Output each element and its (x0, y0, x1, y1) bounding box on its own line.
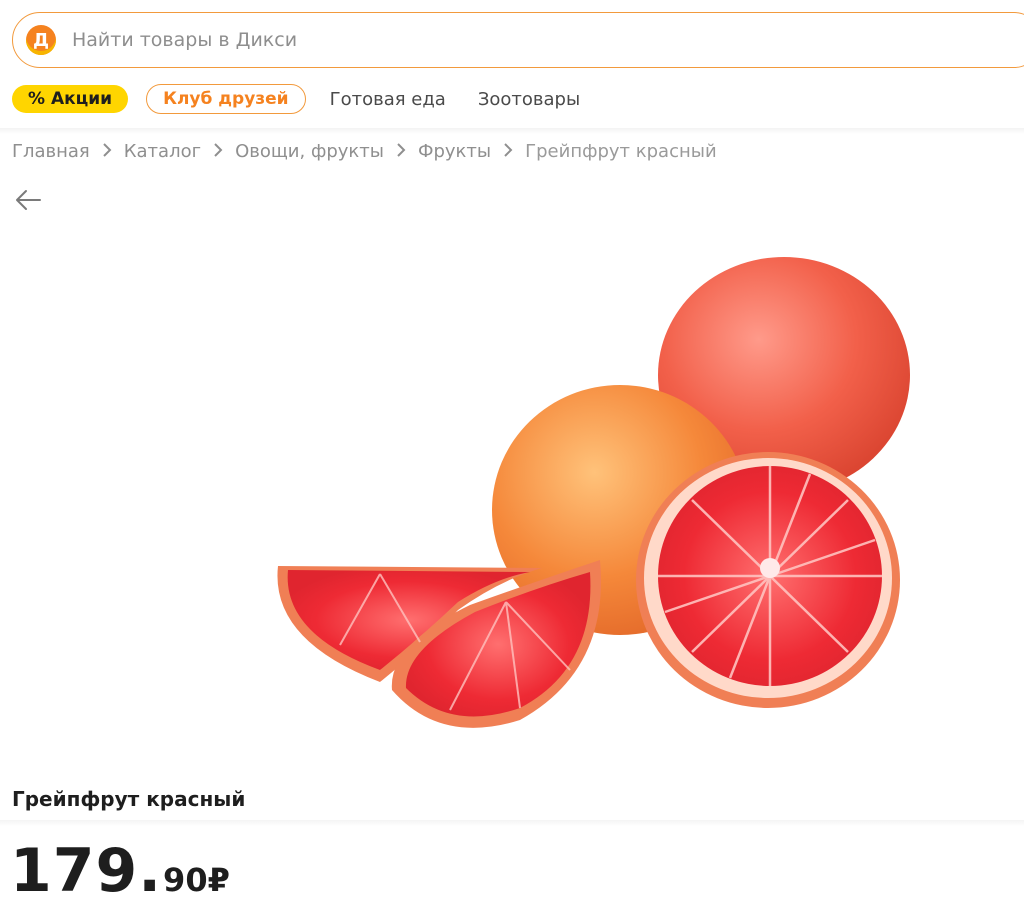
currency-symbol: ₽ (207, 861, 230, 899)
price-rubles: 179 (10, 836, 139, 906)
chevron-right-icon (102, 142, 112, 161)
breadcrumb-vegetables-fruits[interactable]: Овощи, фрукты (235, 141, 384, 162)
breadcrumb-current: Грейпфрут красный (525, 141, 717, 162)
breadcrumb-fruits[interactable]: Фрукты (418, 141, 491, 162)
search-input[interactable] (70, 28, 674, 52)
header-shadow (0, 128, 1024, 134)
breadcrumb-home[interactable]: Главная (12, 141, 90, 162)
nav-link-ready-food[interactable]: Готовая еда (330, 89, 446, 110)
divider (0, 820, 1024, 826)
half-grapefruit (636, 452, 900, 708)
product-image (277, 257, 910, 728)
promo-button[interactable]: % Акции (12, 85, 129, 113)
breadcrumb: Главная Каталог Овощи, фрукты Фрукты Гре… (12, 141, 717, 162)
product-price: 179 . 90 ₽ (10, 836, 230, 906)
search-bar[interactable]: Д (12, 12, 1024, 68)
product-title: Грейпфрут красный (12, 787, 246, 811)
chevron-right-icon (503, 142, 513, 161)
top-nav: % Акции Клуб друзей Готовая еда Зоотовар… (12, 84, 580, 114)
grapefruit-wedges (277, 560, 601, 728)
price-kopecks: 90 (163, 861, 208, 899)
friends-club-button[interactable]: Клуб друзей (146, 84, 306, 114)
chevron-right-icon (396, 142, 406, 161)
nav-link-pet-goods[interactable]: Зоотовары (478, 89, 580, 110)
dixy-logo-icon[interactable]: Д (26, 25, 56, 55)
back-button[interactable] (12, 186, 44, 214)
price-dot: . (138, 836, 162, 906)
arrow-left-icon (16, 190, 41, 210)
chevron-right-icon (213, 142, 223, 161)
breadcrumb-catalog[interactable]: Каталог (124, 141, 201, 162)
logo-letter: Д (32, 29, 50, 51)
